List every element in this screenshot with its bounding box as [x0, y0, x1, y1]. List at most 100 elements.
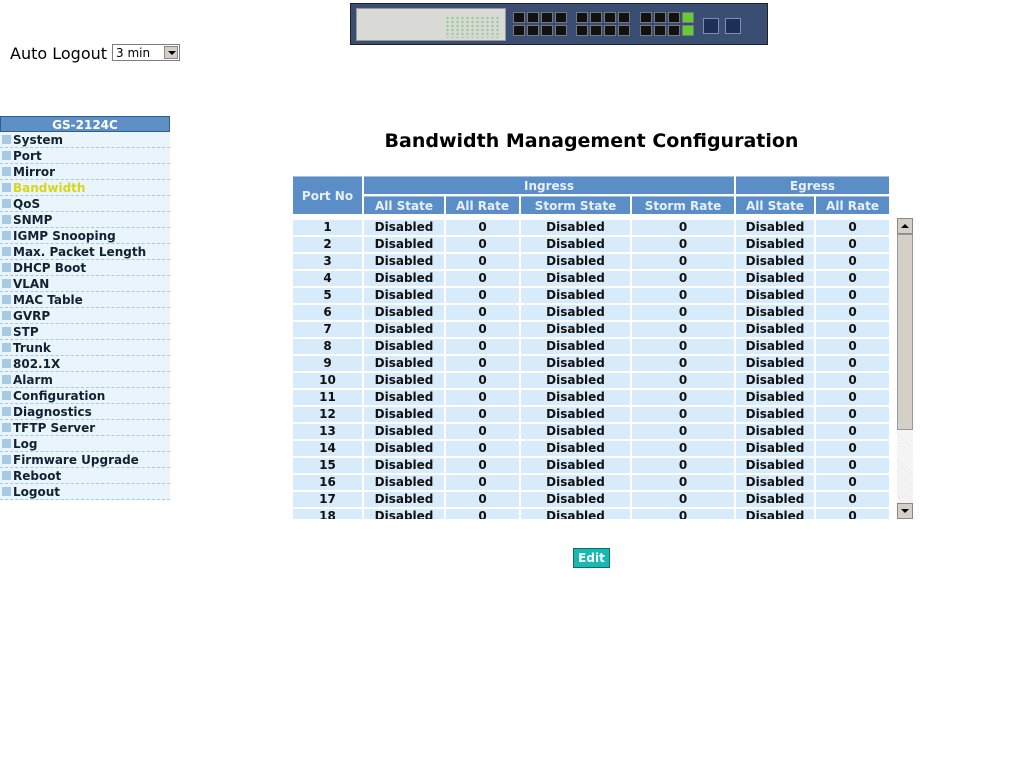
square-bullet-icon	[2, 295, 11, 304]
sidebar-item-label: Log	[13, 437, 38, 451]
egress-all-state-cell: Disabled	[736, 475, 814, 490]
port-group-2	[576, 12, 630, 38]
sidebar-item-label: Trunk	[13, 341, 51, 355]
sidebar-item-vlan[interactable]: VLAN	[0, 276, 170, 292]
chevron-down-icon[interactable]	[164, 46, 178, 59]
ingress-all-rate-cell: 0	[446, 373, 519, 388]
table-row: 12 Disabled 0 Disabled 0 Disabled 0	[293, 407, 889, 422]
sidebar-item-label: QoS	[13, 197, 41, 211]
sidebar-item-label: Diagnostics	[13, 405, 92, 419]
square-bullet-icon	[2, 199, 11, 208]
ingress-all-state-cell: Disabled	[364, 458, 444, 473]
ingress-all-state-cell: Disabled	[364, 288, 444, 303]
table-row: 10 Disabled 0 Disabled 0 Disabled 0	[293, 373, 889, 388]
ingress-all-state-cell: Disabled	[364, 509, 444, 519]
square-bullet-icon	[2, 279, 11, 288]
port-group-3	[640, 12, 694, 38]
arrow-down-icon[interactable]	[897, 503, 913, 519]
egress-all-state-cell: Disabled	[736, 254, 814, 269]
egress-all-state-cell: Disabled	[736, 339, 814, 354]
ingress-storm-rate-cell: 0	[632, 288, 734, 303]
egress-all-rate-cell: 0	[816, 492, 889, 507]
ingress-storm-rate-cell: 0	[632, 322, 734, 337]
port-no-header: Port No	[293, 176, 362, 214]
switch-front-panel	[356, 8, 506, 41]
ingress-all-rate-cell: 0	[446, 305, 519, 320]
bandwidth-table-container: Port No Ingress Egress All State All Rat…	[293, 176, 913, 519]
sidebar-item-mirror[interactable]: Mirror	[0, 164, 170, 180]
sidebar-menu: GS-2124C System Port Mirror Bandwidth QoS SNM…	[0, 116, 170, 500]
bandwidth-table: Port No Ingress Egress All State All Rat…	[293, 176, 891, 519]
scrollbar-track[interactable]	[897, 430, 913, 503]
ingress-header: Ingress	[364, 176, 734, 194]
ingress-all-state-header: All State	[364, 196, 444, 214]
ingress-all-rate-cell: 0	[446, 441, 519, 456]
sidebar-item-bandwidth[interactable]: Bandwidth	[0, 180, 170, 196]
sidebar-item-tftp-server[interactable]: TFTP Server	[0, 420, 170, 436]
square-bullet-icon	[2, 359, 11, 368]
port-no-cell: 13	[293, 424, 362, 439]
port-no-cell: 3	[293, 254, 362, 269]
sfp-port-1	[703, 18, 719, 34]
square-bullet-icon	[2, 135, 11, 144]
ingress-storm-rate-cell: 0	[632, 424, 734, 439]
ingress-storm-rate-cell: 0	[632, 220, 734, 235]
sidebar-item-802-1x[interactable]: 802.1X	[0, 356, 170, 372]
sidebar-item-gvrp[interactable]: GVRP	[0, 308, 170, 324]
egress-all-rate-cell: 0	[816, 356, 889, 371]
table-row: 4 Disabled 0 Disabled 0 Disabled 0	[293, 271, 889, 286]
sidebar-item-igmp-snooping[interactable]: IGMP Snooping	[0, 228, 170, 244]
ingress-all-state-cell: Disabled	[364, 254, 444, 269]
sidebar-item-configuration[interactable]: Configuration	[0, 388, 170, 404]
sidebar-item-label: System	[13, 133, 63, 147]
auto-logout-value: 3 min	[116, 46, 151, 60]
sidebar-item-port[interactable]: Port	[0, 148, 170, 164]
sidebar-item-log[interactable]: Log	[0, 436, 170, 452]
square-bullet-icon	[2, 311, 11, 320]
sidebar-item-qos[interactable]: QoS	[0, 196, 170, 212]
port-no-cell: 11	[293, 390, 362, 405]
ingress-all-state-cell: Disabled	[364, 339, 444, 354]
sidebar-item-logout[interactable]: Logout	[0, 484, 170, 500]
egress-all-state-header: All State	[736, 196, 814, 214]
sidebar-item-label: 802.1X	[13, 357, 61, 371]
table-row: 17 Disabled 0 Disabled 0 Disabled 0	[293, 492, 889, 507]
sidebar-item-label: GVRP	[13, 309, 51, 323]
sidebar-item-max-packet-length[interactable]: Max. Packet Length	[0, 244, 170, 260]
ingress-storm-state-cell: Disabled	[521, 475, 630, 490]
sidebar-item-snmp[interactable]: SNMP	[0, 212, 170, 228]
ingress-storm-state-cell: Disabled	[521, 458, 630, 473]
egress-all-rate-cell: 0	[816, 220, 889, 235]
sidebar-item-trunk[interactable]: Trunk	[0, 340, 170, 356]
ingress-storm-state-cell: Disabled	[521, 254, 630, 269]
ingress-all-rate-cell: 0	[446, 356, 519, 371]
sidebar-item-firmware-upgrade[interactable]: Firmware Upgrade	[0, 452, 170, 468]
sidebar-item-mac-table[interactable]: MAC Table	[0, 292, 170, 308]
sidebar-item-system[interactable]: System	[0, 132, 170, 148]
arrow-up-icon[interactable]	[897, 218, 913, 234]
ingress-all-state-cell: Disabled	[364, 390, 444, 405]
port-no-cell: 5	[293, 288, 362, 303]
table-row: 8 Disabled 0 Disabled 0 Disabled 0	[293, 339, 889, 354]
sidebar-item-diagnostics[interactable]: Diagnostics	[0, 404, 170, 420]
sidebar-item-dhcp-boot[interactable]: DHCP Boot	[0, 260, 170, 276]
ingress-storm-state-cell: Disabled	[521, 492, 630, 507]
ingress-storm-rate-cell: 0	[632, 339, 734, 354]
egress-all-rate-cell: 0	[816, 254, 889, 269]
scrollbar-thumb[interactable]	[897, 234, 913, 430]
egress-all-rate-cell: 0	[816, 271, 889, 286]
egress-header: Egress	[736, 176, 889, 194]
square-bullet-icon	[2, 343, 11, 352]
port-no-cell: 2	[293, 237, 362, 252]
square-bullet-icon	[2, 151, 11, 160]
edit-button[interactable]: Edit	[573, 548, 610, 568]
port-no-cell: 8	[293, 339, 362, 354]
table-row: 2 Disabled 0 Disabled 0 Disabled 0	[293, 237, 889, 252]
table-scrollbar[interactable]	[897, 218, 913, 519]
auto-logout-select[interactable]: 3 min	[112, 44, 180, 61]
sidebar-item-reboot[interactable]: Reboot	[0, 468, 170, 484]
port-no-cell: 12	[293, 407, 362, 422]
sidebar-item-alarm[interactable]: Alarm	[0, 372, 170, 388]
sidebar-item-stp[interactable]: STP	[0, 324, 170, 340]
ingress-storm-rate-cell: 0	[632, 492, 734, 507]
